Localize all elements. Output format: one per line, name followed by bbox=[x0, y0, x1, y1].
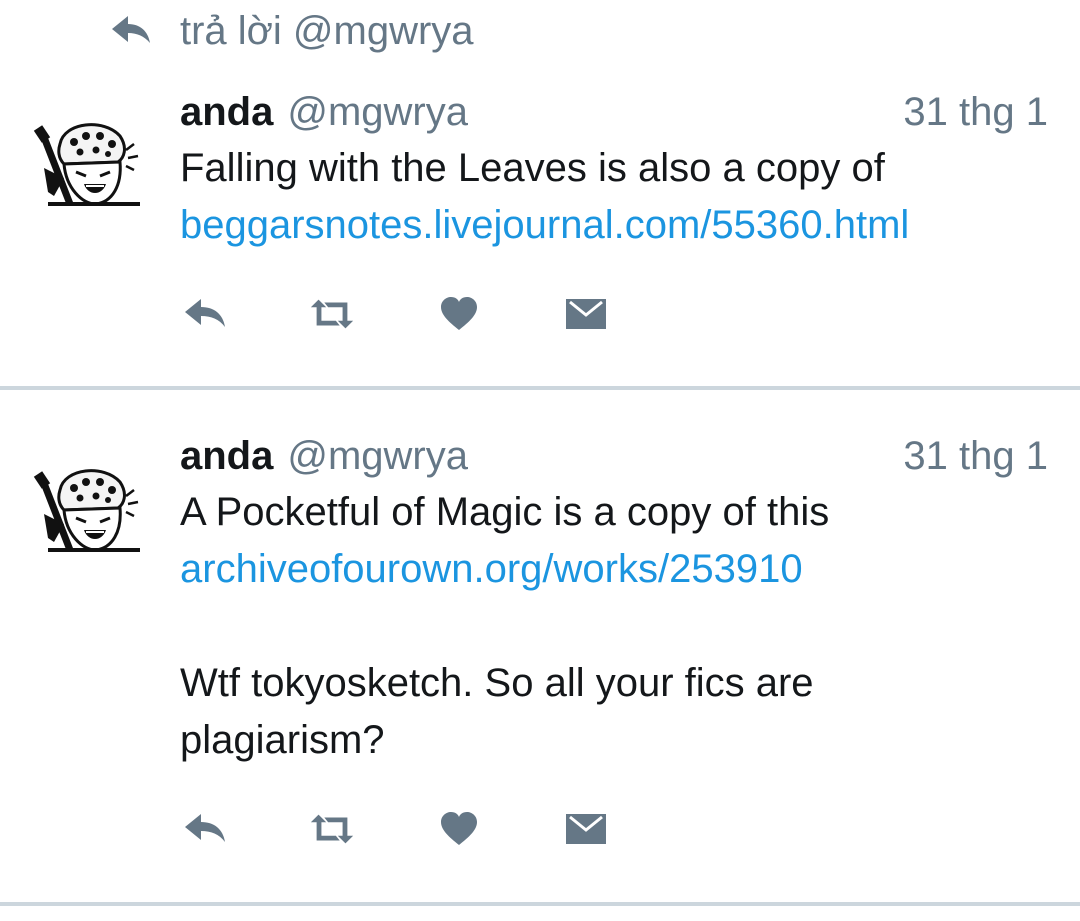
avatar[interactable] bbox=[24, 92, 152, 220]
tweet-text: A Pocketful of Magic is a copy of this a… bbox=[180, 484, 1040, 769]
reply-icon[interactable] bbox=[180, 289, 230, 339]
tweet-timestamp[interactable]: 31 thg 1 bbox=[903, 434, 1048, 479]
tweet-divider bbox=[0, 386, 1080, 390]
tweet[interactable]: anda @mgwrya 31 thg 1 A Pocketful of Mag… bbox=[0, 392, 1080, 902]
reply-context-label: trả lời @mgwrya bbox=[180, 8, 474, 53]
tweet-header: anda @mgwrya 31 thg 1 bbox=[180, 90, 1048, 140]
tweet-text-line: Falling with the Leaves is also a copy o… bbox=[180, 146, 885, 190]
retweet-icon[interactable] bbox=[307, 804, 357, 854]
direct-message-icon[interactable] bbox=[561, 804, 611, 854]
tweet-link[interactable]: beggarsnotes.livejournal.com/55360.html bbox=[180, 197, 1040, 254]
tweet-header: anda @mgwrya 31 thg 1 bbox=[180, 434, 1048, 484]
tweet[interactable]: anda @mgwrya 31 thg 1 Falling with the L… bbox=[0, 80, 1080, 386]
tweet-text: Falling with the Leaves is also a copy o… bbox=[180, 140, 1040, 254]
reply-arrow-icon bbox=[110, 13, 152, 49]
tweet-text-line: A Pocketful of Magic is a copy of this bbox=[180, 490, 830, 534]
tweet-timestamp[interactable]: 31 thg 1 bbox=[903, 90, 1048, 135]
tweet-text-spacer bbox=[180, 598, 1040, 655]
reply-context[interactable]: trả lời @mgwrya bbox=[110, 0, 474, 62]
author-name[interactable]: anda bbox=[180, 434, 273, 479]
direct-message-icon[interactable] bbox=[561, 289, 611, 339]
like-icon[interactable] bbox=[434, 804, 484, 854]
tweet-divider bbox=[0, 902, 1080, 906]
tweet-link[interactable]: archiveofourown.org/works/253910 bbox=[180, 541, 1040, 598]
tweet-text-line: Wtf tokyosketch. So all your fics are bbox=[180, 661, 814, 705]
author-handle[interactable]: @mgwrya bbox=[287, 90, 468, 135]
tweet-actions bbox=[180, 289, 688, 339]
tweet-actions bbox=[180, 804, 688, 854]
author-name[interactable]: anda bbox=[180, 90, 273, 135]
retweet-icon[interactable] bbox=[307, 289, 357, 339]
tweet-text-line: plagiarism? bbox=[180, 718, 385, 762]
like-icon[interactable] bbox=[434, 289, 484, 339]
reply-icon[interactable] bbox=[180, 804, 230, 854]
author-handle[interactable]: @mgwrya bbox=[287, 434, 468, 479]
avatar[interactable] bbox=[24, 438, 152, 566]
